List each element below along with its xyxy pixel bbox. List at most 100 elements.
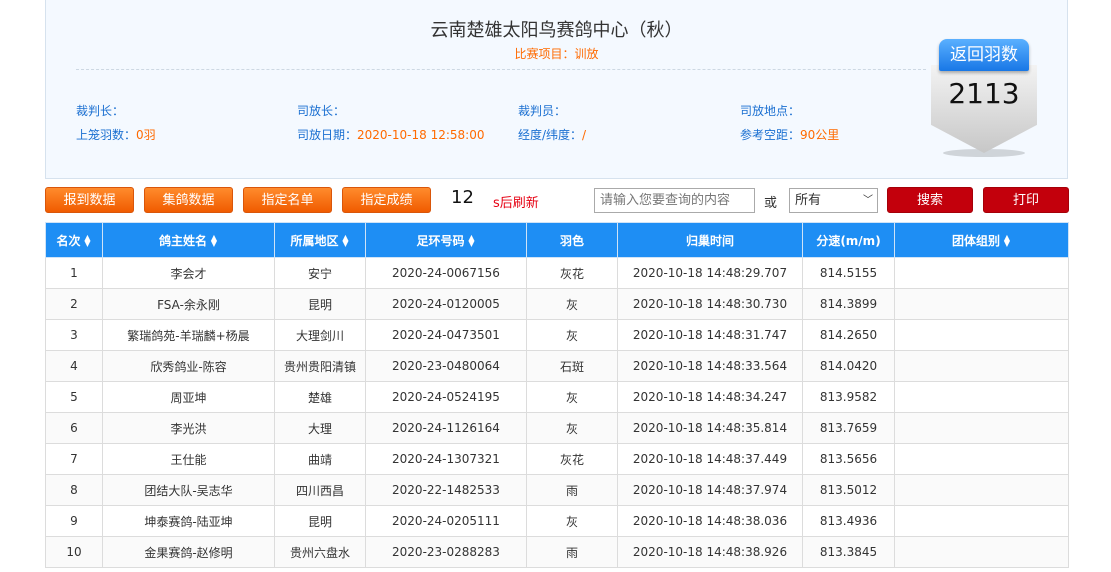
release-chief-label: 司放长：	[297, 104, 346, 118]
basketed-count-field: 上笼羽数：0羽	[76, 126, 156, 143]
print-button[interactable]: 打印	[983, 187, 1069, 213]
sort-icon[interactable]: ▲ ▼	[1003, 234, 1011, 248]
speed-cell: 814.2650	[802, 319, 895, 351]
filter-select-value: 所有	[795, 193, 822, 208]
speed-cell: 813.5012	[802, 474, 895, 506]
collection-data-button[interactable]: 集鸽数据	[144, 187, 233, 213]
arrival-cell: 2020-10-18 14:48:38.036	[617, 505, 803, 537]
distance-field: 参考空距：90公里	[740, 126, 839, 143]
page-title: 云南楚雄太阳鸟赛鸽中心（秋）	[430, 20, 683, 41]
table-row: 10 金果赛鸽-赵修明 贵州六盘水 2020-23-0288283 雨 2020-10-1…	[45, 536, 1069, 568]
rank-cell: 8	[45, 474, 103, 506]
ring-cell: 2020-24-0205111	[365, 505, 527, 537]
table-row: 7 王仕能 曲靖 2020-24-1307321 灰花 2020-10-18 14:48:…	[45, 443, 1069, 475]
results-table: 名次 ▲ ▼ 鸽主姓名 ▲ ▼ 所属地区 ▲ ▼ 足环号码 ▲ ▼ 羽色 归巢时间 分速(m/m…	[45, 222, 1069, 568]
sort-icon[interactable]: ▲ ▼	[342, 234, 350, 248]
arrival-cell: 2020-10-18 14:48:34.247	[617, 381, 803, 413]
color-cell: 石斑	[526, 350, 618, 382]
owner-cell: 周亚坤	[102, 381, 275, 413]
designated-list-button[interactable]: 指定名单	[243, 187, 332, 213]
filter-select[interactable]: 所有 ﹀	[789, 188, 878, 213]
table-row: 6 李光洪 大理 2020-24-1126164 灰 2020-10-18 14:48:3…	[45, 412, 1069, 444]
group-cell	[894, 474, 1069, 506]
speed-cell: 813.3845	[802, 536, 895, 568]
speed-cell: 814.3899	[802, 288, 895, 320]
search-input[interactable]	[594, 188, 755, 213]
color-cell: 灰	[526, 381, 618, 413]
designated-results-button[interactable]: 指定成绩	[342, 187, 431, 213]
group-cell	[894, 412, 1069, 444]
speed-cell: 814.5155	[802, 257, 895, 289]
release-date-label: 司放日期：	[297, 128, 358, 142]
rank-cell: 2	[45, 288, 103, 320]
release-location-field: 司放地点：	[740, 102, 800, 119]
col-ring-header[interactable]: 足环号码 ▲ ▼	[365, 222, 527, 258]
returned-count-badge: 2113 返回羽数	[931, 39, 1037, 157]
group-cell	[894, 536, 1069, 568]
color-cell: 灰	[526, 412, 618, 444]
region-cell: 大理剑川	[274, 319, 366, 351]
checkin-data-button[interactable]: 报到数据	[45, 187, 134, 213]
search-button[interactable]: 搜索	[887, 187, 973, 213]
color-cell: 灰花	[526, 257, 618, 289]
region-cell: 曲靖	[274, 443, 366, 475]
table-row: 3 繁瑞鸽苑-羊瑞麟+杨晨 大理剑川 2020-24-0473501 灰 2020-10-…	[45, 319, 1069, 351]
group-cell	[894, 319, 1069, 351]
returned-count: 2113	[948, 77, 1020, 110]
rank-cell: 6	[45, 412, 103, 444]
speed-cell: 813.5656	[802, 443, 895, 475]
sort-icon[interactable]: ▲ ▼	[468, 234, 476, 248]
col-group-header[interactable]: 团体组别 ▲ ▼	[894, 222, 1069, 258]
judge-label: 裁判员：	[518, 104, 567, 118]
col-region-header[interactable]: 所属地区 ▲ ▼	[274, 222, 366, 258]
refresh-text: s后刷新	[493, 196, 539, 211]
owner-cell: 欣秀鸽业-陈容	[102, 350, 275, 382]
ring-cell: 2020-22-1482533	[365, 474, 527, 506]
col-arrival-header: 归巢时间	[617, 222, 803, 258]
region-cell: 昆明	[274, 288, 366, 320]
coordinates-value: /	[582, 128, 587, 142]
arrival-cell: 2020-10-18 14:48:35.814	[617, 412, 803, 444]
sort-icon[interactable]: ▲ ▼	[84, 234, 92, 248]
group-cell	[894, 257, 1069, 289]
color-cell: 灰	[526, 288, 618, 320]
judge-field: 裁判员：	[518, 102, 566, 119]
region-cell: 昆明	[274, 505, 366, 537]
arrival-cell: 2020-10-18 14:48:37.974	[617, 474, 803, 506]
owner-cell: 王仕能	[102, 443, 275, 475]
col-speed-header: 分速(m/m)	[802, 222, 895, 258]
speed-cell: 813.4936	[802, 505, 895, 537]
divider	[76, 69, 926, 70]
speed-cell: 814.0420	[802, 350, 895, 382]
table-row: 2 FSA-余永刚 昆明 2020-24-0120005 灰 2020-10-18 14:…	[45, 288, 1069, 320]
chief-judge-field: 裁判长：	[76, 102, 124, 119]
ring-cell: 2020-24-0473501	[365, 319, 527, 351]
owner-cell: 团结大队-吴志华	[102, 474, 275, 506]
chief-judge-label: 裁判长：	[76, 104, 125, 118]
race-type: 比赛项目：训放	[514, 47, 599, 61]
sort-icon[interactable]: ▲ ▼	[210, 234, 218, 248]
rank-cell: 10	[45, 536, 103, 568]
col-rank-header[interactable]: 名次 ▲ ▼	[45, 222, 103, 258]
owner-cell: 繁瑞鸽苑-羊瑞麟+杨晨	[102, 319, 275, 351]
color-cell: 灰花	[526, 443, 618, 475]
or-label: 或	[764, 196, 778, 211]
rank-cell: 4	[45, 350, 103, 382]
owner-cell: 金果赛鸽-赵修明	[102, 536, 275, 568]
release-location-label: 司放地点：	[740, 104, 801, 118]
rank-cell: 7	[45, 443, 103, 475]
ring-cell: 2020-24-1307321	[365, 443, 527, 475]
rank-cell: 5	[45, 381, 103, 413]
col-owner-header[interactable]: 鸽主姓名 ▲ ▼	[102, 222, 275, 258]
owner-cell: FSA-余永刚	[102, 288, 275, 320]
owner-cell: 坤泰赛鸽-陆亚坤	[102, 505, 275, 537]
group-cell	[894, 381, 1069, 413]
ring-cell: 2020-24-0067156	[365, 257, 527, 289]
owner-cell: 李光洪	[102, 412, 275, 444]
ring-cell: 2020-24-0120005	[365, 288, 527, 320]
ring-cell: 2020-24-1126164	[365, 412, 527, 444]
rank-cell: 9	[45, 505, 103, 537]
table-row: 1 李会才 安宁 2020-24-0067156 灰花 2020-10-18 14:48:…	[45, 257, 1069, 289]
region-cell: 安宁	[274, 257, 366, 289]
table-row: 9 坤泰赛鸽-陆亚坤 昆明 2020-24-0205111 灰 2020-10-18 14…	[45, 505, 1069, 537]
